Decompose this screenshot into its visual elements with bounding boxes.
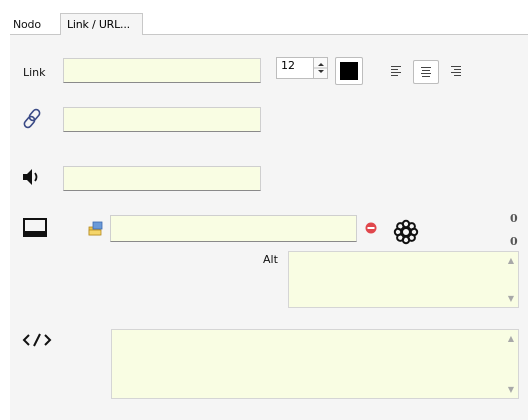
align-right-icon xyxy=(451,66,461,76)
link-text-field[interactable] xyxy=(63,58,261,83)
scroll-down-arrow[interactable]: ▼ xyxy=(508,385,514,394)
scroll-up-arrow[interactable]: ▲ xyxy=(508,256,514,265)
scroll-up-arrow[interactable]: ▲ xyxy=(508,334,514,343)
color-swatch xyxy=(340,62,358,80)
chain-link-icon xyxy=(22,108,46,130)
font-size-stepper[interactable] xyxy=(313,58,328,78)
align-left-icon xyxy=(391,66,401,76)
align-center-icon xyxy=(421,67,431,77)
sound-file-field[interactable] xyxy=(63,166,261,191)
gear-icon[interactable] xyxy=(392,218,420,246)
image-width-value: 0 xyxy=(510,212,518,225)
code-text-area[interactable]: ▲ ▼ xyxy=(111,329,519,399)
code-tag-icon xyxy=(22,332,52,348)
color-picker-button[interactable] xyxy=(335,57,363,85)
folder-browse-icon[interactable] xyxy=(88,221,104,237)
image-path-field[interactable] xyxy=(110,215,357,242)
align-center-button[interactable] xyxy=(413,60,439,84)
tab-nodo[interactable]: Nodo xyxy=(6,13,59,35)
remove-icon[interactable] xyxy=(365,222,377,234)
scroll-down-arrow[interactable]: ▼ xyxy=(508,294,514,303)
alt-text-area[interactable]: ▲ ▼ xyxy=(288,251,519,308)
align-right-button[interactable] xyxy=(445,60,465,82)
align-left-button[interactable] xyxy=(387,60,407,82)
stepper-arrows-icon xyxy=(314,63,328,73)
speaker-icon xyxy=(22,168,44,186)
image-frame-icon xyxy=(23,218,47,237)
alt-label: Alt xyxy=(263,253,278,266)
image-height-value: 0 xyxy=(510,235,518,248)
font-size-value: 12 xyxy=(281,59,295,72)
tab-link-url[interactable]: Link / URL... xyxy=(60,13,143,35)
url-field[interactable] xyxy=(63,107,261,132)
link-label: Link xyxy=(23,66,46,79)
